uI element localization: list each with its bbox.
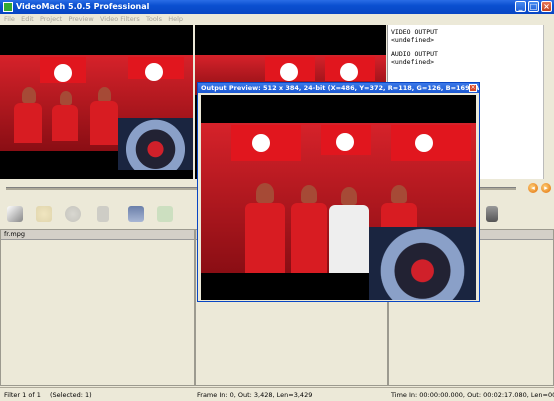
output-trash-icon[interactable] bbox=[486, 206, 498, 222]
status-bar: Filter 1 of 1 (Selected: 1) Frame In: 0,… bbox=[0, 387, 554, 401]
close-button[interactable]: × bbox=[541, 1, 552, 12]
trash-icon[interactable] bbox=[97, 206, 109, 222]
audio-output-value: <undefined> bbox=[391, 58, 435, 66]
flag-image bbox=[40, 57, 86, 83]
menu-bar: File Edit Project Preview Video Filters … bbox=[0, 14, 554, 25]
output-preview-window[interactable]: Output Preview: 512 x 384, 24-bit (X=486… bbox=[197, 82, 480, 302]
flag-image bbox=[128, 57, 184, 81]
window-title: VideoMach 5.0.5 Professional bbox=[16, 2, 150, 11]
menu-project[interactable]: Project bbox=[40, 14, 62, 25]
menu-file[interactable]: File bbox=[4, 14, 15, 25]
overlay-logo bbox=[369, 227, 476, 300]
input-file-list[interactable]: fr.mpg bbox=[0, 229, 195, 386]
flag-image bbox=[321, 125, 371, 155]
overlay-logo bbox=[118, 118, 193, 170]
title-bar[interactable]: VideoMach 5.0.5 Professional _ □ × bbox=[0, 0, 554, 14]
menu-video-filters[interactable]: Video Filters bbox=[100, 14, 140, 25]
app-icon bbox=[3, 2, 13, 12]
status-frames: Frame In: 0, Out: 3,428, Len=3,429 bbox=[197, 391, 313, 399]
minimize-button[interactable]: _ bbox=[515, 1, 526, 12]
info-icon[interactable] bbox=[65, 206, 81, 222]
maximize-button[interactable]: □ bbox=[528, 1, 539, 12]
status-filter: Filter 1 of 1 bbox=[4, 391, 41, 399]
prev-frame-icon[interactable]: ◂ bbox=[528, 183, 538, 193]
video-output-value: <undefined> bbox=[391, 36, 435, 44]
status-selected: (Selected: 1) bbox=[50, 391, 92, 399]
save-icon[interactable] bbox=[128, 206, 144, 222]
menu-help[interactable]: Help bbox=[168, 14, 183, 25]
paste-icon[interactable] bbox=[36, 206, 52, 222]
preview-title[interactable]: Output Preview: 512 x 384, 24-bit (X=486… bbox=[198, 83, 479, 93]
eraser-icon[interactable] bbox=[7, 206, 23, 222]
flag-image bbox=[231, 125, 301, 161]
menu-tools[interactable]: Tools bbox=[146, 14, 162, 25]
input-video-pane bbox=[0, 25, 193, 179]
menu-preview[interactable]: Preview bbox=[68, 14, 93, 25]
video-output-label: VIDEO OUTPUT bbox=[391, 28, 438, 36]
preview-close-button[interactable]: × bbox=[469, 84, 477, 92]
input-list-header: fr.mpg bbox=[1, 230, 194, 240]
preview-video bbox=[201, 95, 476, 300]
status-time: Time In: 00:00:00.000, Out: 00:02:17.080… bbox=[391, 391, 554, 399]
check-icon[interactable] bbox=[157, 206, 173, 222]
menu-edit[interactable]: Edit bbox=[21, 14, 34, 25]
audio-output-label: AUDIO OUTPUT bbox=[391, 50, 438, 58]
flag-image bbox=[391, 125, 471, 161]
info-scrollbar[interactable] bbox=[543, 25, 554, 179]
next-frame-icon[interactable]: ▸ bbox=[541, 183, 551, 193]
